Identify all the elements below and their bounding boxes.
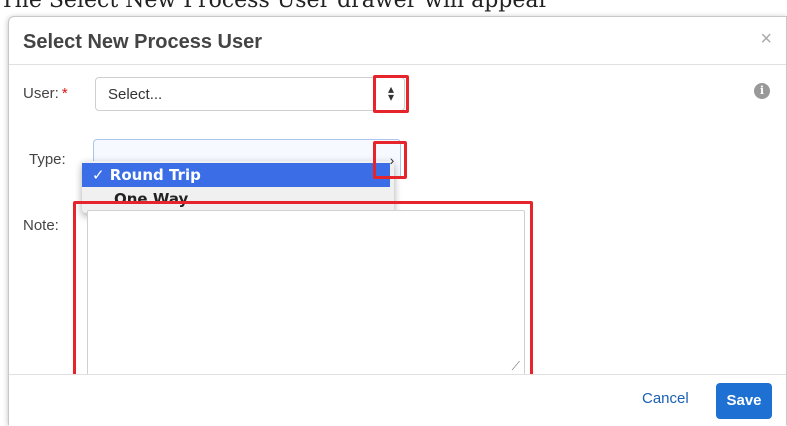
dialog-title: Select New Process User [23, 31, 263, 53]
user-select[interactable]: Select... [95, 77, 405, 111]
info-icon[interactable]: i [754, 83, 770, 99]
cancel-button[interactable]: Cancel [642, 390, 689, 407]
dialog-body: User: * Select... ▴ ▾ i Type: ✓ Round Trip… [9, 65, 786, 385]
type-label: Type: [29, 151, 66, 168]
user-select-value: Select... [108, 86, 163, 103]
note-label: Note: [23, 217, 59, 234]
required-marker: * [61, 85, 68, 102]
dialog-footer: Cancel Save [9, 374, 786, 426]
option-round-trip[interactable]: ✓ Round Trip [82, 163, 372, 187]
background-page-text: The Select New Process User drawer will … [0, 0, 787, 12]
user-label-text: User: [23, 85, 59, 102]
updown-arrows-icon[interactable]: ▴ ▾ [384, 83, 398, 103]
close-icon[interactable]: × [760, 29, 772, 49]
dialog-header: Select New Process User × [9, 17, 786, 65]
user-label: User: * [23, 85, 68, 102]
select-process-user-dialog: Select New Process User × User: * Select.… [8, 16, 787, 426]
note-textarea-highlight [73, 201, 533, 385]
save-button[interactable]: Save [716, 383, 772, 419]
chevron-icon[interactable]: › [386, 153, 398, 167]
